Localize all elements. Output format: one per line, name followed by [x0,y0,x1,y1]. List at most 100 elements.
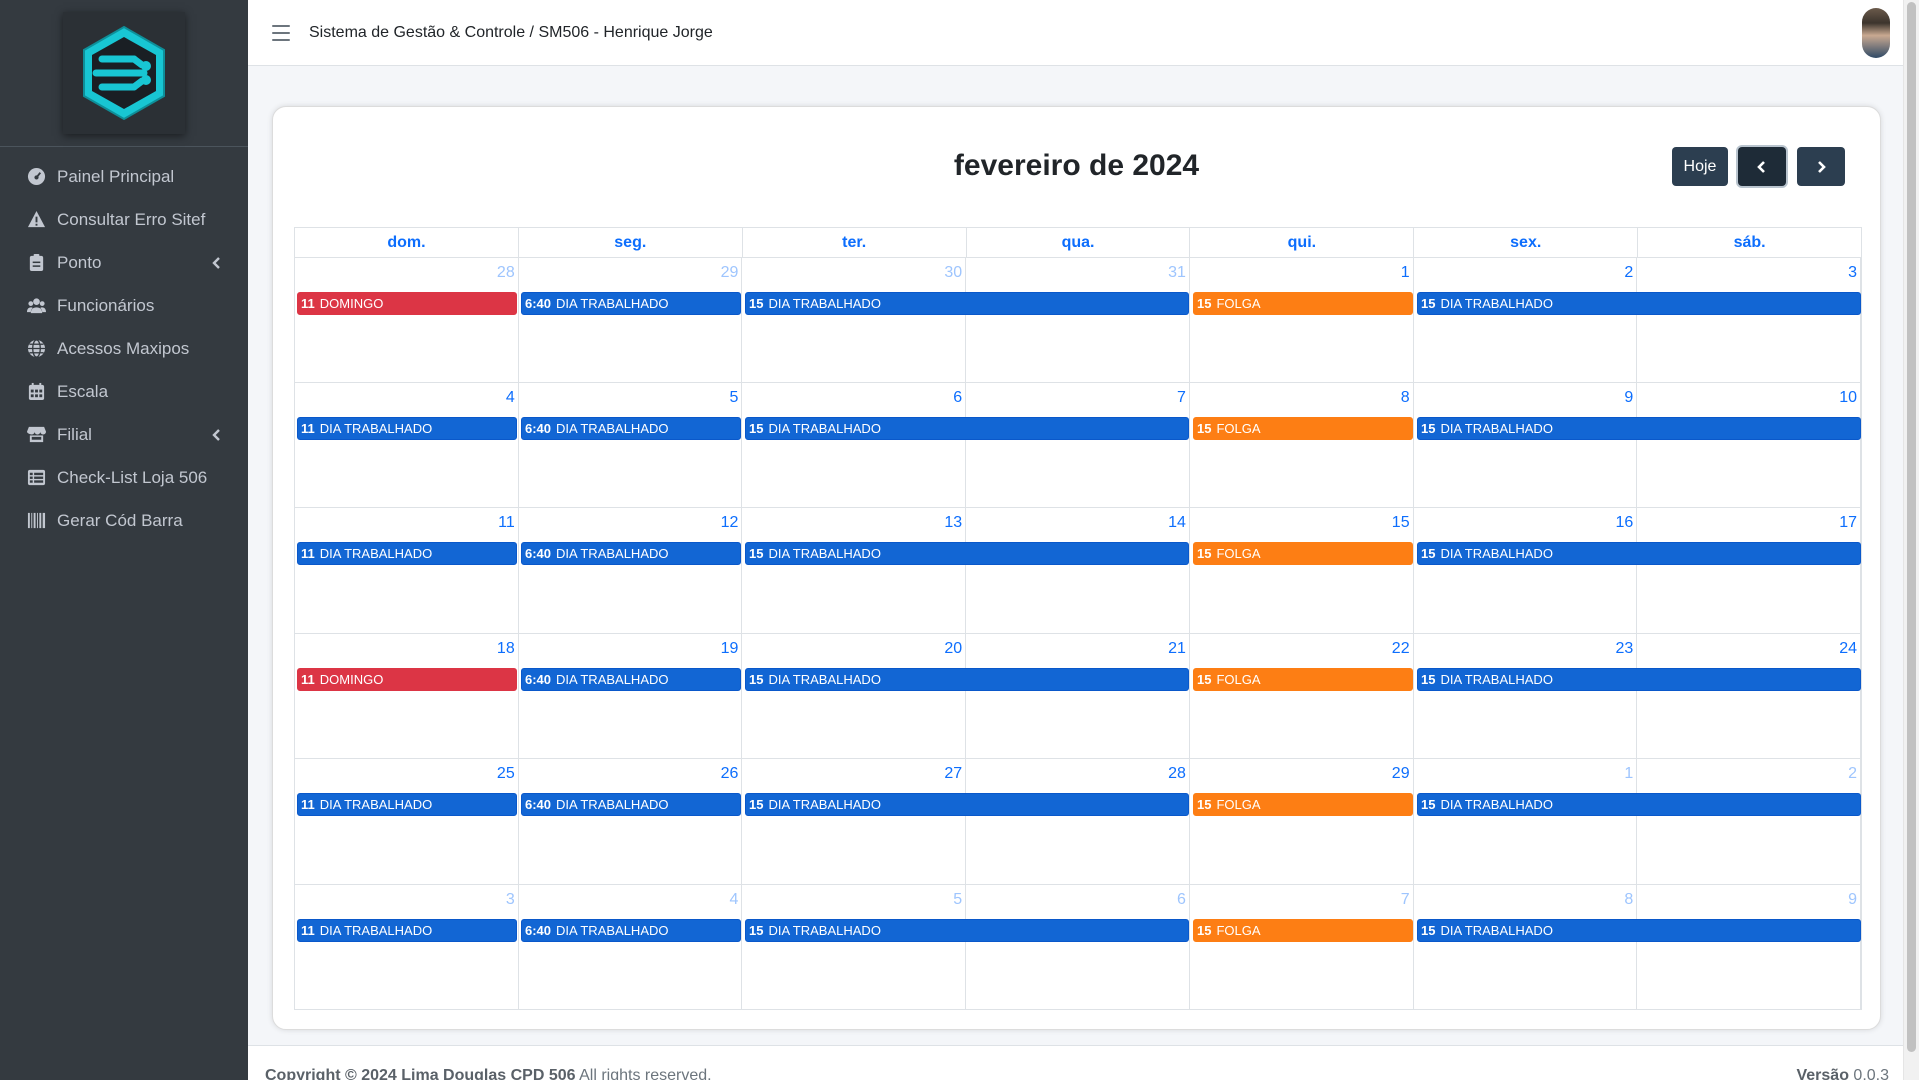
weekday-header-cell[interactable]: ter. [743,228,967,257]
day-number-link[interactable]: 28 [1168,765,1186,783]
today-button[interactable]: Hoje [1672,147,1728,186]
calendar-event[interactable]: 15 DIA TRABALHADO [1417,292,1861,315]
calendar-event[interactable]: 15 DIA TRABALHADO [745,416,1189,440]
day-number-link[interactable]: 7 [1401,891,1410,909]
day-number-link[interactable]: 18 [497,640,515,658]
calendar-event[interactable]: 15 FOLGA [1193,416,1413,440]
day-number-link[interactable]: 19 [721,640,739,658]
calendar-day-cell[interactable]: 3 [1637,258,1862,382]
sidebar-item-filial[interactable]: Filial [0,413,248,456]
calendar-day-cell[interactable]: 15 [1190,508,1414,633]
calendar-day-cell[interactable]: 5 [519,382,743,507]
calendar-event[interactable]: 15 DIA TRABALHADO [1417,667,1861,691]
weekday-header-cell[interactable]: qua. [967,228,1191,257]
calendar-event[interactable]: 6:40 DIA TRABALHADO [521,292,741,315]
calendar-day-cell[interactable]: 24 [1637,633,1862,758]
weekday-header-cell[interactable]: qui. [1190,228,1415,257]
day-number-link[interactable]: 1 [1401,264,1410,282]
day-number-link[interactable]: 1 [1624,765,1633,783]
calendar-day-cell[interactable]: 10 [1637,382,1862,507]
day-number-link[interactable]: 3 [1848,264,1857,282]
sidebar-item-escala[interactable]: Escala [0,370,248,413]
calendar-day-cell[interactable]: 6 [966,884,1190,1009]
day-number-link[interactable]: 7 [1177,389,1186,407]
calendar-event[interactable]: 15 DIA TRABALHADO [1417,918,1861,942]
day-number-link[interactable]: 26 [721,765,739,783]
day-number-link[interactable]: 22 [1392,640,1410,658]
calendar-day-cell[interactable]: 29 [1190,759,1414,884]
day-number-link[interactable]: 20 [944,640,962,658]
calendar-day-cell[interactable]: 8 [1190,382,1414,507]
day-number-link[interactable]: 29 [721,264,739,282]
day-number-link[interactable]: 6 [953,389,962,407]
sidebar-item-ponto[interactable]: Ponto [0,241,248,284]
day-number-link[interactable]: 9 [1848,891,1857,909]
calendar-event[interactable]: 11 DIA TRABALHADO [297,793,517,816]
calendar-day-cell[interactable]: 9 [1637,884,1862,1009]
prev-month-button[interactable] [1738,147,1786,186]
calendar-day-cell[interactable]: 29 [519,258,743,382]
calendar-event[interactable]: 11 DIA TRABALHADO [297,542,517,565]
menu-toggle-icon[interactable] [272,24,290,41]
calendar-day-cell[interactable]: 30 [742,258,967,382]
weekday-header-cell[interactable]: seg. [519,228,743,257]
calendar-day-cell[interactable]: 28 [966,759,1190,884]
calendar-day-cell[interactable]: 13 [742,508,967,633]
calendar-day-cell[interactable]: 1 [1190,258,1414,382]
calendar-day-cell[interactable]: 18 [295,633,519,758]
calendar-day-cell[interactable]: 2 [1414,258,1638,382]
day-number-link[interactable]: 6 [1177,891,1186,909]
day-number-link[interactable]: 17 [1839,514,1857,532]
next-month-button[interactable] [1797,147,1845,186]
calendar-day-cell[interactable]: 3 [295,884,519,1009]
day-number-link[interactable]: 4 [730,891,739,909]
calendar-day-cell[interactable]: 25 [295,759,519,884]
calendar-day-cell[interactable]: 14 [966,508,1190,633]
day-number-link[interactable]: 29 [1392,765,1410,783]
day-number-link[interactable]: 2 [1848,765,1857,783]
day-number-link[interactable]: 10 [1839,389,1857,407]
calendar-event[interactable]: 6:40 DIA TRABALHADO [521,542,741,565]
day-number-link[interactable]: 5 [730,389,739,407]
calendar-day-cell[interactable]: 12 [519,508,743,633]
calendar-event[interactable]: 6:40 DIA TRABALHADO [521,667,741,691]
scrollbar-thumb[interactable] [1907,2,1916,1052]
day-number-link[interactable]: 3 [506,891,515,909]
calendar-event[interactable]: 15 DIA TRABALHADO [1417,542,1861,565]
calendar-day-cell[interactable]: 8 [1414,884,1638,1009]
calendar-event[interactable]: 15 FOLGA [1193,918,1413,942]
sidebar-item-acessos-maxipos[interactable]: Acessos Maxipos [0,327,248,370]
day-number-link[interactable]: 8 [1624,891,1633,909]
calendar-day-cell[interactable]: 4 [295,382,519,507]
calendar-event[interactable]: 6:40 DIA TRABALHADO [521,918,741,942]
day-number-link[interactable]: 5 [953,891,962,909]
calendar-day-cell[interactable]: 22 [1190,633,1414,758]
day-number-link[interactable]: 8 [1401,389,1410,407]
calendar-day-cell[interactable]: 26 [519,759,743,884]
calendar-day-cell[interactable]: 6 [742,382,967,507]
calendar-event[interactable]: 15 DIA TRABALHADO [745,542,1189,565]
day-number-link[interactable]: 23 [1616,640,1634,658]
day-number-link[interactable]: 25 [497,765,515,783]
calendar-event[interactable]: 11 DOMINGO [297,292,517,315]
calendar-day-cell[interactable]: 27 [742,759,967,884]
page-scrollbar[interactable] [1903,0,1919,1080]
day-number-link[interactable]: 11 [498,514,515,532]
calendar-day-cell[interactable]: 9 [1414,382,1638,507]
day-number-link[interactable]: 15 [1392,514,1410,532]
day-number-link[interactable]: 4 [506,389,515,407]
sidebar-item-check-list-loja-506[interactable]: Check-List Loja 506 [0,456,248,499]
calendar-event[interactable]: 15 FOLGA [1193,667,1413,691]
calendar-event[interactable]: 15 FOLGA [1193,292,1413,315]
calendar-day-cell[interactable]: 16 [1414,508,1638,633]
weekday-header-cell[interactable]: sáb. [1638,228,1861,257]
calendar-event[interactable]: 15 DIA TRABALHADO [1417,793,1861,816]
day-number-link[interactable]: 13 [944,514,962,532]
calendar-day-cell[interactable]: 7 [1190,884,1414,1009]
sidebar-item-funcionarios[interactable]: Funcionários [0,284,248,327]
day-number-link[interactable]: 28 [497,264,515,282]
calendar-event[interactable]: 11 DIA TRABALHADO [297,416,517,440]
day-number-link[interactable]: 14 [1168,514,1186,532]
sidebar-item-painel-principal[interactable]: Painel Principal [0,155,248,198]
calendar-day-cell[interactable]: 19 [519,633,743,758]
